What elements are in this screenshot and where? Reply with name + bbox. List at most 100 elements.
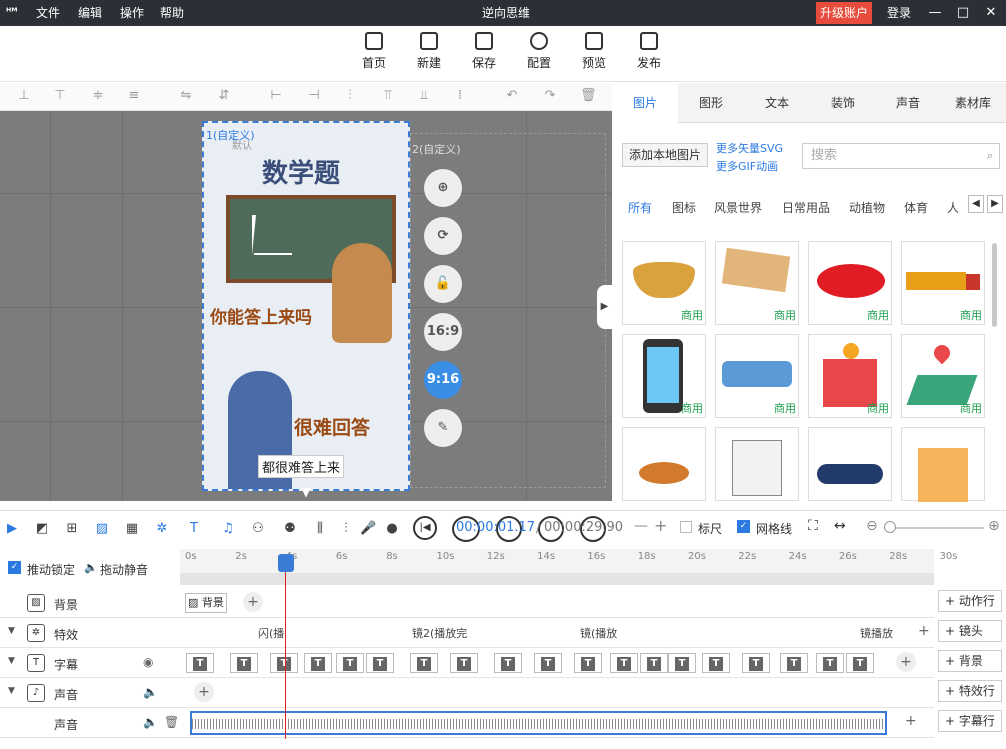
add-local-image-button[interactable]: 添加本地图片: [622, 143, 709, 167]
image-gift[interactable]: 商用: [808, 334, 892, 418]
caption-clip[interactable]: T: [186, 653, 214, 673]
search-icon[interactable]: ⌕: [987, 144, 993, 168]
category-next-icon[interactable]: ▶: [987, 195, 1003, 213]
fit-width-icon[interactable]: ↔: [834, 518, 846, 534]
effect-clip[interactable]: 镜2(播放完: [410, 625, 470, 641]
add-effect-row-button[interactable]: + 特效行: [938, 680, 1002, 702]
zoom-slider[interactable]: [884, 527, 984, 529]
align-center-v-icon[interactable]: ≑: [90, 89, 106, 103]
more-svg-link[interactable]: 更多矢量SVG: [716, 140, 783, 156]
caption-clip[interactable]: T: [816, 653, 844, 673]
caption-clip[interactable]: T: [336, 653, 364, 673]
audio-waveform-clip[interactable]: [190, 711, 887, 735]
caption-clip[interactable]: T: [780, 653, 808, 673]
mosaic-icon[interactable]: ▦: [124, 521, 140, 537]
caption-text[interactable]: 都很难答上来: [258, 455, 345, 478]
caption-clip[interactable]: T: [702, 653, 730, 673]
align-bottom2-icon[interactable]: ⫫: [416, 89, 432, 103]
expand-sound-icon[interactable]: ▼: [8, 686, 15, 696]
person-icon[interactable]: ⚇: [250, 521, 266, 537]
category-all[interactable]: 所有: [628, 199, 652, 216]
home-button[interactable]: 首页: [349, 32, 399, 71]
pattern-icon[interactable]: ▨: [94, 521, 110, 537]
tab-image[interactable]: 图片: [612, 83, 678, 123]
redo-icon[interactable]: ↷: [542, 89, 558, 103]
ruler-checkbox[interactable]: [680, 521, 692, 533]
add-fx-clip-icon[interactable]: +: [918, 623, 930, 639]
panel-collapse-icon[interactable]: ▶: [597, 285, 612, 329]
menu-file[interactable]: 文件: [36, 0, 60, 26]
lock-checkbox[interactable]: ✓: [8, 561, 21, 574]
category-animals[interactable]: 动植物: [849, 199, 885, 216]
add-audio-icon[interactable]: +: [905, 713, 917, 729]
tab-library[interactable]: 素材库: [940, 83, 1006, 123]
split-icon[interactable]: ⛶: [808, 518, 818, 534]
caption-clip[interactable]: T: [304, 653, 332, 673]
more-gif-link[interactable]: 更多GIF动画: [716, 158, 778, 174]
teacher-character[interactable]: [332, 243, 392, 343]
playhead-line[interactable]: [285, 555, 286, 739]
zoom-in-icon[interactable]: ⊕: [988, 518, 1000, 534]
category-scenery[interactable]: 风景世界: [714, 199, 762, 216]
zoom-out-icon[interactable]: ⊖: [866, 518, 878, 534]
prev-frame-icon[interactable]: |◀: [413, 516, 437, 540]
image-signboard[interactable]: 商用: [715, 241, 799, 325]
caption-clip[interactable]: T: [450, 653, 478, 673]
editor-canvas[interactable]: 1(自定义) 默认 数学题 你能答上来吗 很难回答 都很难答上来 2(自定义) …: [0, 111, 612, 501]
add-lens-button[interactable]: + 镜头: [938, 620, 1002, 642]
image-map-pin[interactable]: 商用: [901, 334, 985, 418]
image-roast-chicken[interactable]: [622, 427, 706, 501]
trash-icon[interactable]: 🗑: [164, 715, 179, 729]
bg-icon[interactable]: ◩: [34, 521, 50, 537]
effect-clip[interactable]: 闪(播: [256, 625, 287, 641]
caption-clip[interactable]: T: [574, 653, 602, 673]
zoom-plus-icon[interactable]: +: [654, 516, 667, 535]
align-left-icon[interactable]: ⊢: [268, 89, 284, 103]
undo-icon[interactable]: ↶: [504, 89, 520, 103]
unlock-icon[interactable]: 🔓: [424, 265, 462, 303]
mic-icon[interactable]: 🎤: [360, 521, 376, 537]
image-shopping-bag[interactable]: [901, 427, 985, 502]
tab-shape[interactable]: 图形: [678, 83, 744, 123]
caption-clip[interactable]: T: [534, 653, 562, 673]
image-truck[interactable]: 商用: [901, 241, 985, 325]
zoom-minus-icon[interactable]: —: [634, 518, 648, 534]
distribute-v-icon[interactable]: ≡: [126, 89, 142, 103]
add-sound-clip-icon[interactable]: +: [194, 682, 214, 702]
text-icon[interactable]: T: [186, 521, 202, 537]
volume-icon[interactable]: 🔈: [143, 685, 158, 699]
image-paper-stack[interactable]: [715, 427, 799, 501]
add-scene-icon[interactable]: ⊞: [64, 521, 80, 537]
add-caption-row-button[interactable]: + 字幕行: [938, 710, 1002, 732]
edit-icon[interactable]: ✎: [424, 409, 462, 447]
tab-sound[interactable]: 声音: [876, 83, 940, 123]
align-bottom-icon[interactable]: ⊥: [16, 89, 32, 103]
question-text[interactable]: 你能答上来吗: [210, 303, 312, 328]
settings-button[interactable]: 配置: [514, 32, 564, 71]
expand-effects-icon[interactable]: ▼: [8, 626, 15, 636]
image-noodles[interactable]: 商用: [622, 241, 706, 325]
align-top-icon[interactable]: ⊤: [52, 89, 68, 103]
bg-clip[interactable]: ▨ 背景: [185, 593, 227, 613]
caption-clip[interactable]: T: [494, 653, 522, 673]
scene1-label[interactable]: 1(自定义): [206, 127, 255, 143]
image-motorcycle[interactable]: [808, 427, 892, 501]
new-button[interactable]: 新建: [404, 32, 454, 71]
menu-operate[interactable]: 操作: [120, 0, 144, 26]
scene-1-frame[interactable]: 默认 数学题 你能答上来吗 很难回答 都很难答上来: [202, 121, 410, 491]
volume-icon[interactable]: 🔈: [143, 715, 158, 729]
preview-button[interactable]: 预览: [569, 32, 619, 71]
drop-icon[interactable]: ●: [384, 521, 400, 537]
distribute-h-icon[interactable]: ⁞: [452, 89, 468, 103]
tab-decor[interactable]: 装饰: [810, 83, 876, 123]
caption-clip[interactable]: T: [410, 653, 438, 673]
align-center-h-icon[interactable]: ⫶: [342, 89, 358, 103]
zoom-slider-handle[interactable]: [884, 521, 896, 533]
expand-captions-icon[interactable]: ▼: [8, 656, 15, 666]
panel-scrollbar[interactable]: [992, 243, 997, 327]
maximize-icon[interactable]: □: [948, 0, 978, 26]
scrub-bar[interactable]: [180, 573, 934, 585]
ratio-9-16-button[interactable]: 9:16: [424, 361, 462, 399]
menu-help[interactable]: 帮助: [160, 0, 184, 26]
music-icon[interactable]: ♫: [220, 521, 236, 537]
